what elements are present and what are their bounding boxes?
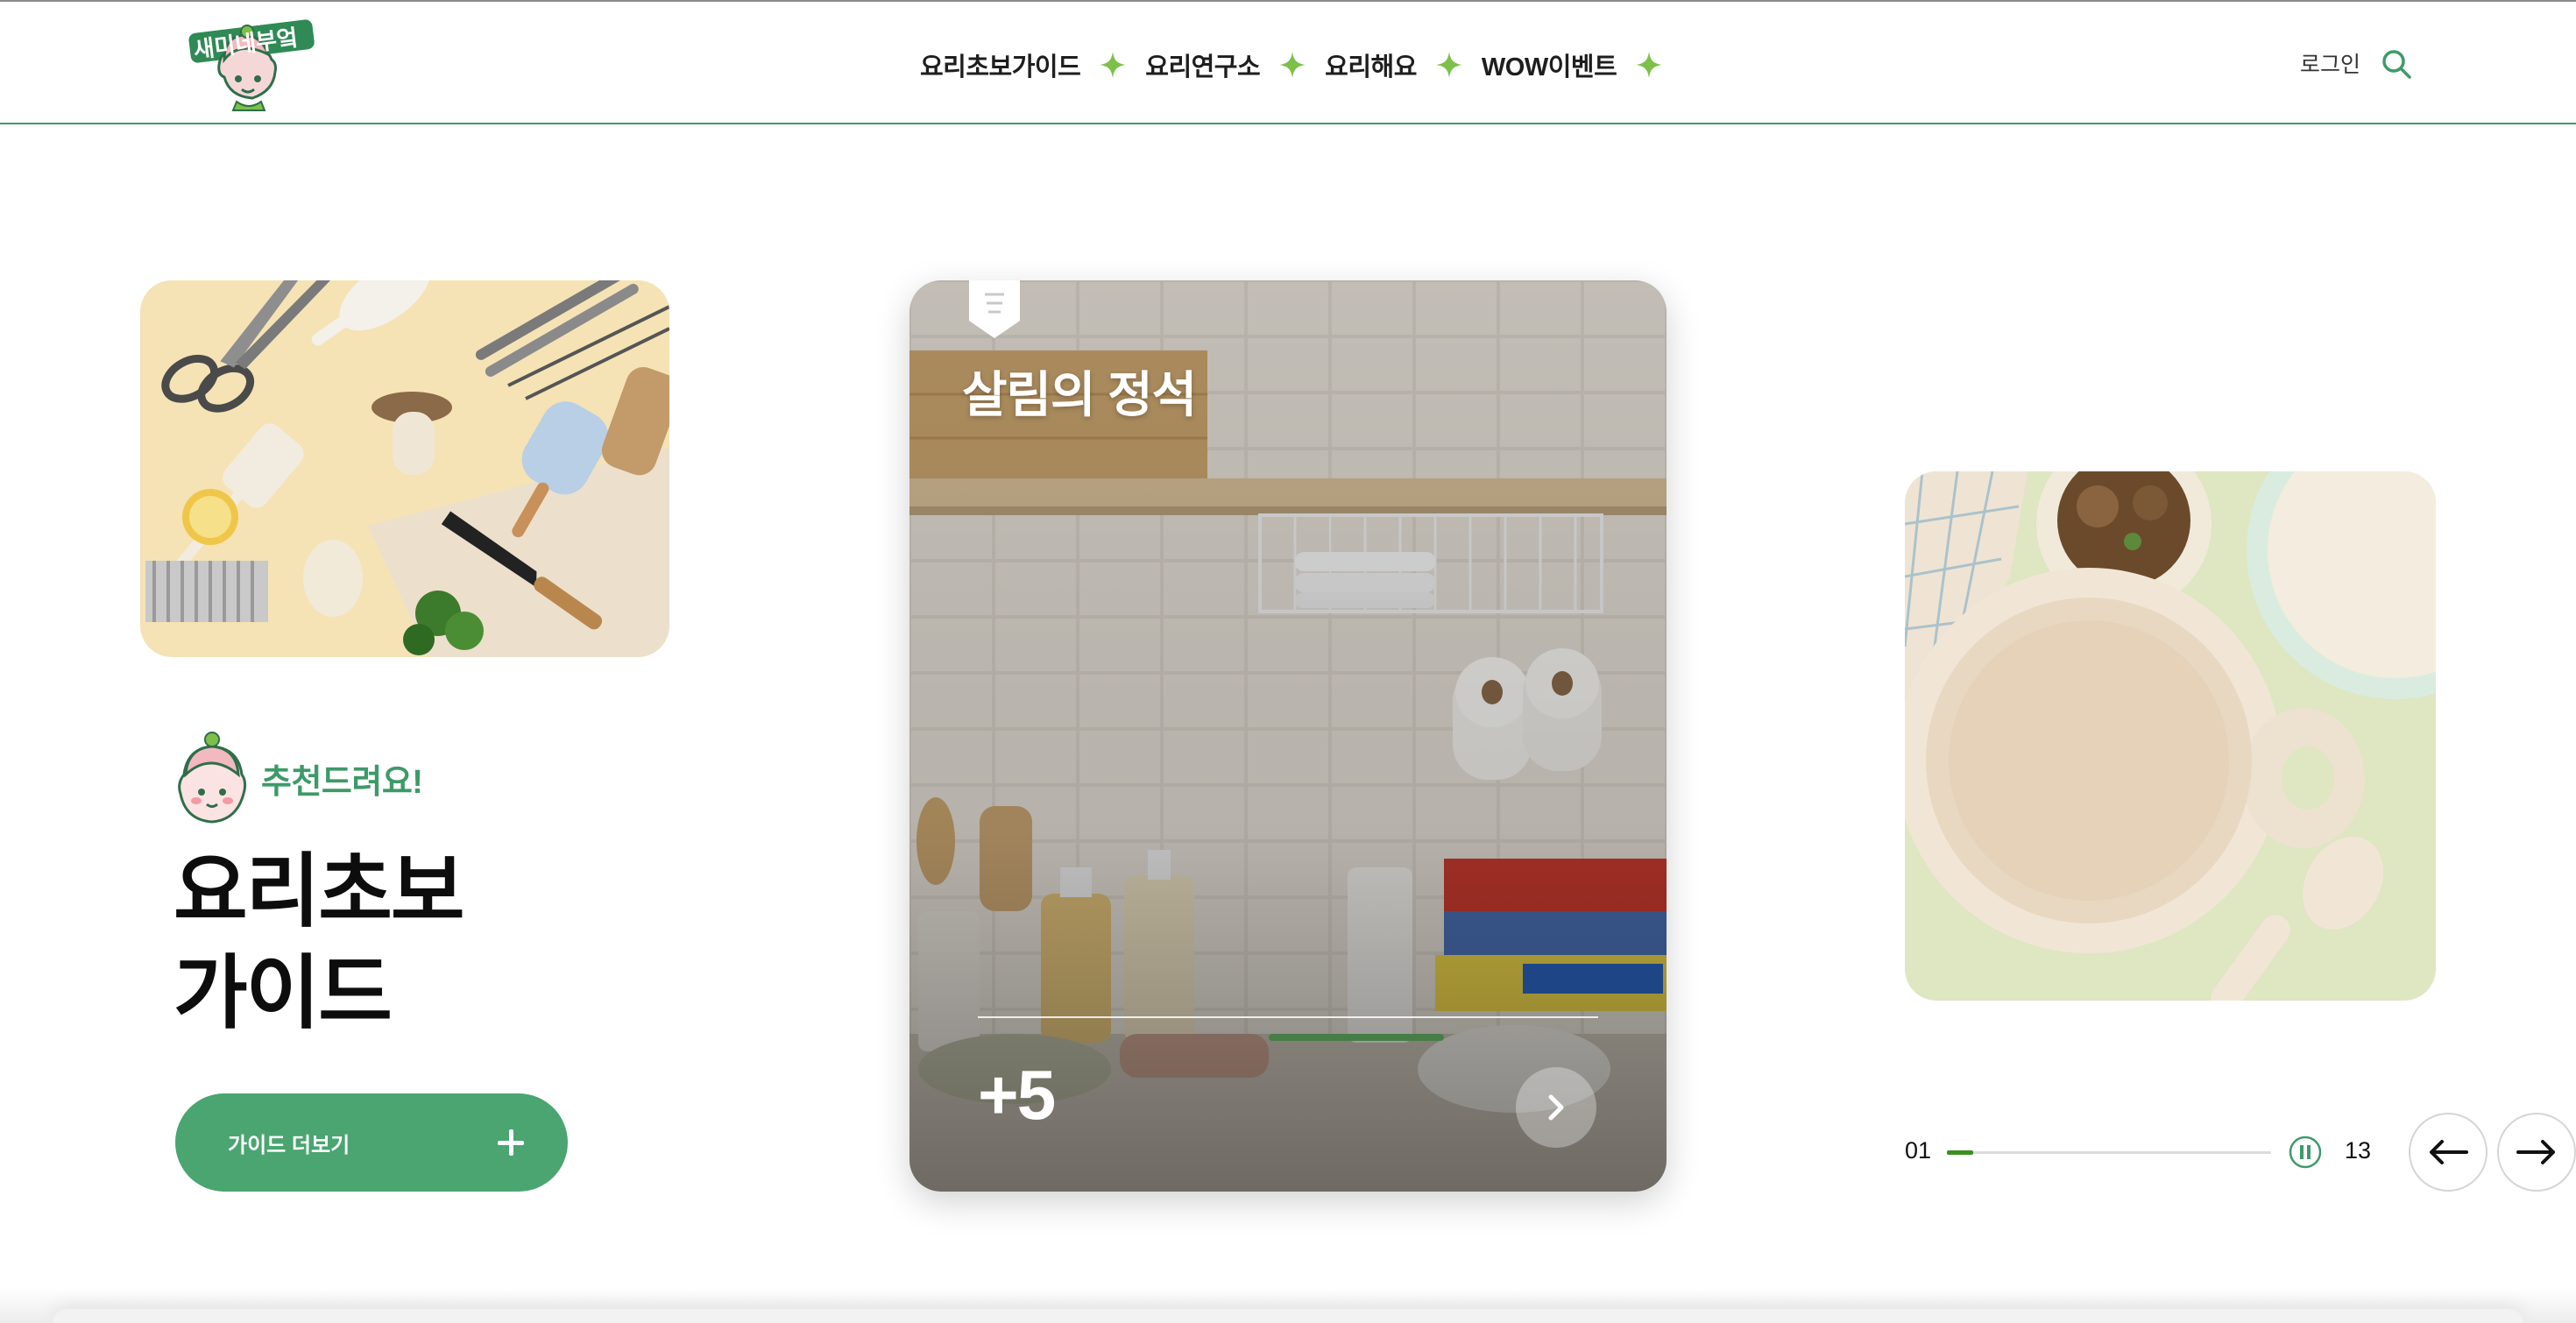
- next-slide-button[interactable]: [2497, 1113, 2576, 1192]
- kitchen-tools-illustration: [140, 280, 669, 657]
- pager-current: 01: [1905, 1137, 1932, 1164]
- page-title: 요리초보 가이드: [173, 841, 465, 1044]
- sparkle-icon: [1636, 52, 1663, 78]
- prev-slide-button[interactable]: [2409, 1113, 2488, 1192]
- card-next-button[interactable]: [1516, 1067, 1596, 1148]
- recommend-tag: 추천드려요!: [175, 731, 423, 825]
- pause-icon[interactable]: [2289, 1136, 2322, 1169]
- card-divider: [978, 1016, 1598, 1018]
- page-title-line1: 요리초보: [173, 847, 465, 937]
- sparkle-icon: [1100, 52, 1127, 78]
- pager-total: 13: [2345, 1137, 2372, 1164]
- card-badge-icon: [969, 280, 1020, 338]
- search-icon[interactable]: [2380, 47, 2413, 81]
- porridge-illustration: [1905, 471, 2436, 1001]
- kitchen-tools-image[interactable]: [140, 280, 669, 657]
- next-section-edge: [53, 1309, 2523, 1323]
- nav-item-beginner-guide[interactable]: 요리초보가이드: [920, 46, 1081, 83]
- arrow-right-icon: [2516, 1140, 2555, 1164]
- porridge-image[interactable]: [1905, 471, 2436, 1001]
- page-title-line2: 가이드: [173, 949, 393, 1038]
- pager-progress-fill: [1947, 1150, 1973, 1155]
- main-nav: 요리초보가이드 요리연구소 요리해요 WOW이벤트: [920, 40, 1681, 89]
- pager-progress-track: [1947, 1150, 2271, 1155]
- more-guides-button-label: 가이드 더보기: [228, 1133, 350, 1157]
- card-title: 살림의 정석: [962, 367, 1197, 422]
- brand-logo[interactable]: 새미네부엌: [186, 14, 317, 112]
- site-header: 새미네부엌 요리초보가이드 요리연구소 요리해요 WOW이벤트 로그인: [0, 2, 2576, 124]
- card-more-count: +5: [978, 1056, 1056, 1134]
- nav-item-wow-event[interactable]: WOW이벤트: [1482, 46, 1617, 83]
- arrow-left-icon: [2430, 1140, 2468, 1164]
- nav-item-cooking-lab[interactable]: 요리연구소: [1145, 46, 1260, 83]
- recommend-label: 추천드려요!: [261, 763, 423, 801]
- sparkle-icon: [1279, 52, 1306, 78]
- chevron-right-icon: [1548, 1094, 1564, 1121]
- nav-item-lets-cook[interactable]: 요리해요: [1325, 46, 1417, 83]
- plus-icon: [496, 1128, 526, 1157]
- featured-card[interactable]: 살림의 정석 +5: [909, 280, 1667, 1192]
- login-link[interactable]: 로그인: [2300, 47, 2360, 79]
- mascot-icon: [178, 732, 247, 824]
- sparkle-icon: [1435, 52, 1462, 78]
- more-guides-button[interactable]: 가이드 더보기: [175, 1093, 568, 1192]
